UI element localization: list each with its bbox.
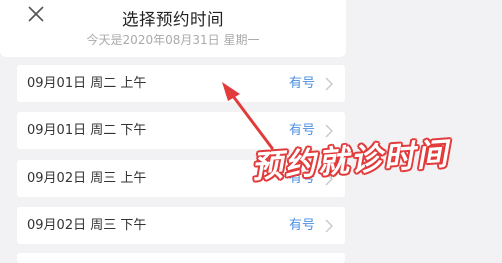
slot-item-partial [17,253,345,263]
slot-date: 09月02日 周三 下午 [27,218,147,233]
chevron-right-icon [325,77,333,91]
today-date-subtitle: 今天是2020年08月31日 星期一 [86,33,260,47]
slot-item[interactable]: 09月01日 周二 上午 有号 [17,65,345,102]
header: 选择预约时间 今天是2020年08月31日 星期一 [0,0,346,57]
slot-date: 09月01日 周二 上午 [27,76,147,91]
slot-item[interactable]: 09月02日 周三 下午 有号 [17,207,345,244]
slot-status: 有号 [288,218,315,233]
page-title: 选择预约时间 [122,10,224,29]
slot-status: 有号 [288,76,315,91]
chevron-right-icon [325,219,333,233]
slot-date: 09月02日 周三 上午 [27,171,147,186]
slot-date: 09月01日 周二 下午 [27,123,147,138]
